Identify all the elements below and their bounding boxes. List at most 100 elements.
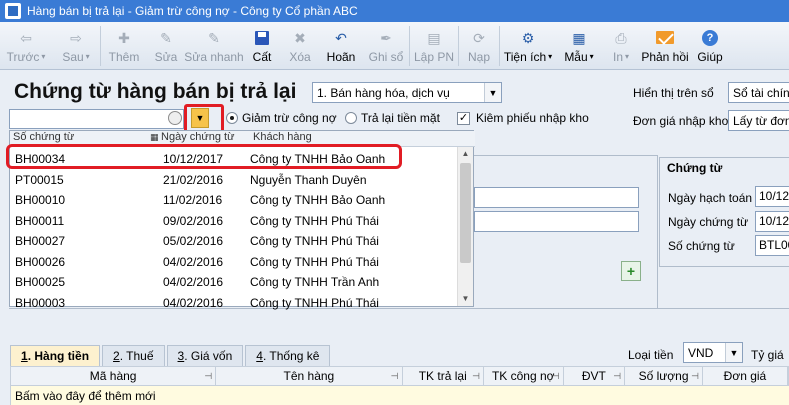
- arrow-left-icon: ⇦: [20, 29, 32, 46]
- mail-icon: [656, 29, 674, 47]
- tienich-label: Tiện ích: [503, 49, 547, 64]
- dropdown-row[interactable]: BH00011 09/02/2016 Công ty TNHH Phú Thái: [10, 211, 458, 232]
- arrow-right-icon: ⇨: [70, 29, 82, 46]
- hoan-button[interactable]: ↶ Hoãn: [319, 22, 363, 70]
- kiem-phieu-checkbox[interactable]: ✓ Kiêm phiếu nhập kho: [457, 111, 589, 125]
- grid-col-header[interactable]: Mã hàng ⊣: [11, 367, 217, 385]
- dropdown-row[interactable]: BH00025 04/02/2016 Công ty TNHH Trần Anh: [10, 272, 458, 293]
- utility-icon: ⚙: [521, 29, 535, 46]
- tienich-button[interactable]: ⚙ Tiện ích ▾: [500, 22, 556, 70]
- lappn-button[interactable]: ▤ Lập PN: [410, 22, 458, 70]
- new-row[interactable]: Bấm vào đây để thêm mới: [10, 386, 789, 405]
- radio-giam-tru[interactable]: Giảm trừ công nợ: [226, 111, 337, 125]
- save-icon: [253, 29, 271, 47]
- undo-icon: ↶: [335, 29, 347, 46]
- chevron-down-icon[interactable]: ▾: [41, 52, 45, 61]
- customer-name-field[interactable]: [474, 187, 639, 208]
- rate-label: Tỷ giá: [751, 348, 784, 362]
- sua-button[interactable]: ✎ Sửa: [147, 22, 185, 70]
- chevron-down-icon[interactable]: ▾: [548, 52, 552, 61]
- edit-icon: ✎: [160, 29, 172, 46]
- truoc-button[interactable]: ⇦ Trước ▾: [0, 22, 52, 70]
- grid-col-header[interactable]: TK công nợ ⊣: [484, 367, 564, 385]
- suanhanh-button[interactable]: ✎ Sửa nhanh: [184, 22, 244, 70]
- phanhoi-button[interactable]: Phản hồi: [640, 22, 690, 70]
- grid-col-header[interactable]: TK trả lại ⊣: [403, 367, 484, 385]
- grid-col-header[interactable]: Tên hàng ⊣: [216, 367, 403, 385]
- tab-label: . Hàng tiền: [27, 349, 90, 363]
- dropdown-row[interactable]: BH00003 04/02/2016 Công ty TNHH Phú Thái: [10, 293, 458, 314]
- giup-button[interactable]: ? Giúp: [690, 22, 730, 70]
- grid-col-header[interactable]: ĐVT ⊣: [564, 367, 626, 385]
- chevron-down-icon[interactable]: ▼: [484, 83, 501, 102]
- sau-label: Sau: [62, 49, 84, 64]
- delete-icon: ✖: [294, 29, 306, 46]
- add-icon: ✚: [118, 29, 130, 46]
- cat-button[interactable]: Cất: [243, 22, 281, 70]
- them-button[interactable]: ✚ Thêm: [101, 22, 147, 70]
- dropdown-row[interactable]: BH00027 05/02/2016 Công ty TNHH Phú Thái: [10, 231, 458, 252]
- in-button[interactable]: ⎙ In ▾: [602, 22, 640, 70]
- voucher-date-label: Ngày chứng từ: [668, 215, 749, 229]
- radio-tra-lai[interactable]: Trả lại tiền mặt: [345, 111, 440, 125]
- voucher-search-input[interactable]: [9, 109, 184, 129]
- voucher-date-field[interactable]: 10/12/2017: [755, 211, 789, 232]
- nap-button[interactable]: ⟳ Nạp: [459, 22, 499, 70]
- receipt-icon: ▤: [427, 29, 441, 46]
- grid-col-header[interactable]: Số lượng ⊣: [625, 367, 703, 385]
- dropdown-scrollbar[interactable]: ▲ ▼: [457, 147, 473, 306]
- tab-4[interactable]: 4. Thống kê: [245, 345, 331, 366]
- voucher-type-select[interactable]: 1. Bán hàng hóa, dịch vụ ▼: [312, 82, 502, 103]
- add-icon[interactable]: +: [621, 261, 641, 281]
- template-icon: ▦: [572, 29, 586, 46]
- pin-icon[interactable]: ⊣: [691, 367, 699, 385]
- pin-icon[interactable]: ⊣: [204, 367, 212, 385]
- dropdown-rows: BH00034 10/12/2017 Công ty TNHH Bảo Oanh PT…: [10, 149, 458, 313]
- sau-button[interactable]: ⇨ Sau ▾: [52, 22, 100, 70]
- chevron-down-icon[interactable]: ▾: [625, 52, 629, 61]
- pin-icon[interactable]: ⊣: [472, 367, 480, 385]
- cat-label: Cất: [252, 49, 272, 64]
- scroll-thumb[interactable]: [460, 163, 471, 263]
- cell-kh: Công ty TNHH Trần Anh: [250, 275, 380, 290]
- tab-label: . Thuế: [119, 349, 154, 363]
- scroll-up-icon[interactable]: ▲: [458, 147, 473, 161]
- grid-col-label: TK trả lại: [418, 369, 467, 383]
- tab-2[interactable]: 2. Thuế: [102, 345, 165, 366]
- dropdown-row[interactable]: BH00010 11/02/2016 Công ty TNHH Bảo Oanh: [10, 190, 458, 211]
- dropdown-row[interactable]: PT00015 21/02/2016 Nguyễn Thanh Duyên: [10, 170, 458, 191]
- posting-date-field[interactable]: 10/12/2017: [755, 186, 789, 207]
- chevron-down-icon[interactable]: ▾: [590, 52, 594, 61]
- suanhanh-label: Sửa nhanh: [184, 49, 244, 64]
- grid-col-header[interactable]: Đơn giá: [703, 367, 788, 385]
- xoa-button[interactable]: ✖ Xóa: [281, 22, 319, 70]
- dropdown-row[interactable]: BH00026 04/02/2016 Công ty TNHH Phú Thái: [10, 252, 458, 273]
- mau-button[interactable]: ▦ Mẫu ▾: [556, 22, 602, 70]
- voucher-no-field[interactable]: BTL00: [755, 235, 789, 256]
- voucher-no-label: Số chứng từ: [668, 239, 735, 253]
- them-label: Thêm: [108, 49, 140, 64]
- address-field[interactable]: [474, 211, 639, 232]
- tab-1[interactable]: 1. Hàng tiền: [10, 345, 101, 366]
- display-on-book-select[interactable]: Sổ tài chính: [728, 82, 789, 103]
- truoc-label: Trước: [6, 49, 40, 64]
- pin-icon[interactable]: ⊣: [391, 367, 399, 385]
- tab-number: 2: [113, 349, 120, 363]
- cell-kh: Công ty TNHH Phú Thái: [250, 234, 379, 249]
- pin-icon[interactable]: ⊣: [613, 367, 621, 385]
- pin-icon[interactable]: ⊣: [552, 367, 560, 385]
- cell-ngay: 05/02/2016: [163, 234, 224, 249]
- chevron-down-icon[interactable]: ▾: [86, 52, 90, 61]
- radio-tra-lai-label: Trả lại tiền mặt: [361, 111, 440, 125]
- unit-price-select[interactable]: Lấy từ đơn giá: [728, 110, 789, 131]
- ghiso-button[interactable]: ✒ Ghi sổ: [363, 22, 409, 70]
- grid-col-label: Số lượng: [638, 369, 689, 383]
- grid-col-label: Mã hàng: [89, 369, 137, 383]
- scroll-down-icon[interactable]: ▼: [458, 292, 473, 306]
- chevron-down-icon[interactable]: ▼: [725, 343, 742, 362]
- tab-3[interactable]: 3. Giá vốn: [166, 345, 244, 366]
- voucher-date-value: 10/12/2017: [759, 214, 789, 228]
- currency-select[interactable]: VND ▼: [683, 342, 743, 363]
- cell-ngay: 21/02/2016: [163, 172, 224, 187]
- cell-kh: Nguyễn Thanh Duyên: [250, 172, 367, 187]
